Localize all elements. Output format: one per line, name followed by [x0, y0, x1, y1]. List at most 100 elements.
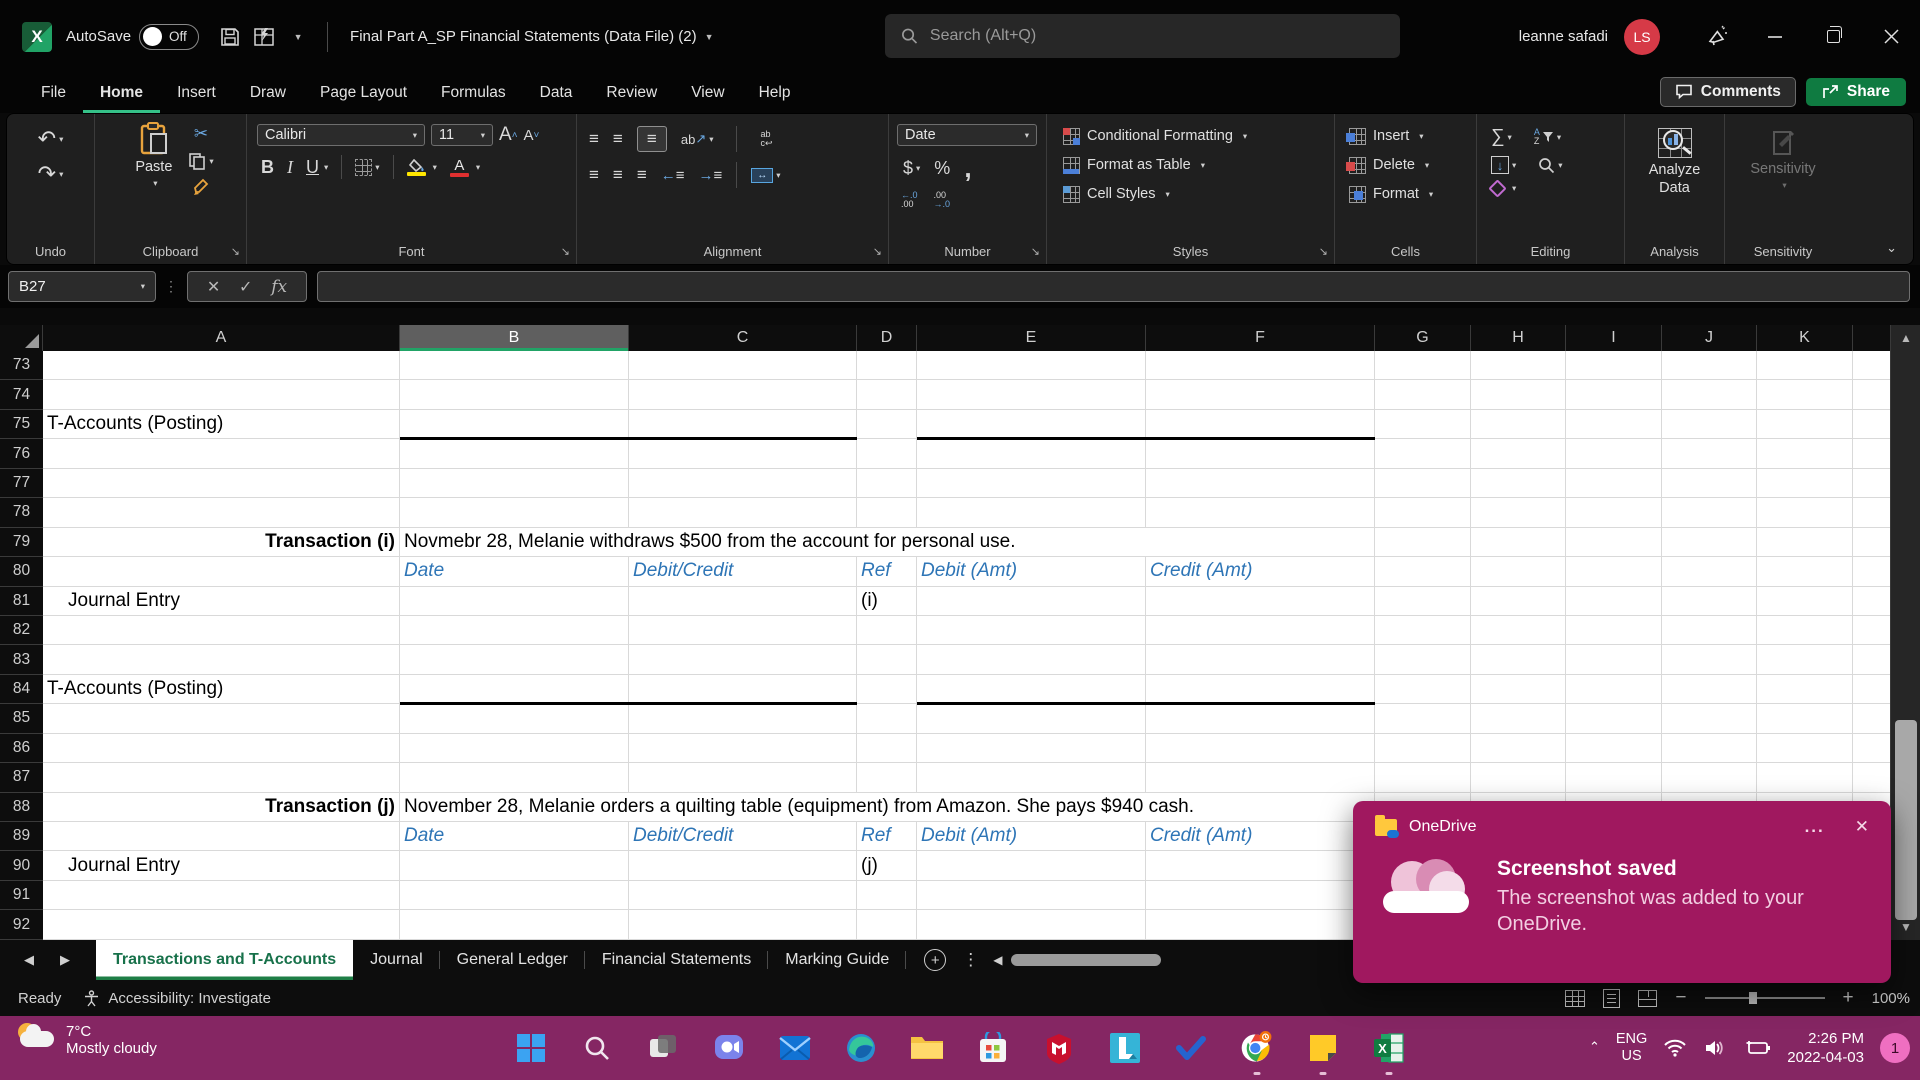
- cell-G80[interactable]: [1375, 557, 1471, 586]
- cell-K84[interactable]: [1757, 675, 1853, 704]
- column-header-I[interactable]: I: [1566, 325, 1662, 351]
- cell-D85[interactable]: [857, 704, 917, 733]
- column-header-F[interactable]: F: [1146, 325, 1375, 351]
- cell-A92[interactable]: [43, 910, 400, 939]
- cell-J79[interactable]: [1662, 528, 1757, 557]
- zoom-level[interactable]: 100%: [1872, 990, 1910, 1007]
- column-header-G[interactable]: G: [1375, 325, 1471, 351]
- taskbar-start-icon[interactable]: [511, 1028, 551, 1068]
- comments-button[interactable]: Comments: [1660, 77, 1796, 107]
- speaker-icon[interactable]: [1703, 1038, 1727, 1058]
- cell-A79[interactable]: Transaction (i): [43, 528, 400, 557]
- taskbar-file-explorer-icon[interactable]: [907, 1028, 947, 1068]
- cell-A87[interactable]: [43, 763, 400, 792]
- cell-A73[interactable]: [43, 351, 400, 380]
- cell-C77[interactable]: [629, 469, 857, 498]
- avatar[interactable]: LS: [1624, 19, 1660, 55]
- cell-I74[interactable]: [1566, 380, 1662, 409]
- cell-D91[interactable]: [857, 881, 917, 910]
- cell-C85[interactable]: [629, 704, 857, 733]
- cell-partial-76[interactable]: [1853, 439, 1890, 468]
- cell-partial-87[interactable]: [1853, 763, 1890, 792]
- restore-button[interactable]: [1804, 0, 1862, 73]
- cell-D80[interactable]: Ref: [857, 557, 917, 586]
- autosave-toggle[interactable]: Off: [139, 24, 199, 50]
- taskbar-mcafee-icon[interactable]: [1039, 1028, 1079, 1068]
- cell-H82[interactable]: [1471, 616, 1566, 645]
- cell-G75[interactable]: [1375, 410, 1471, 439]
- row-header-78[interactable]: 78: [0, 498, 43, 527]
- row-header-77[interactable]: 77: [0, 469, 43, 498]
- cell-F87[interactable]: [1146, 763, 1375, 792]
- row-header-85[interactable]: 85: [0, 704, 43, 733]
- cell-J80[interactable]: [1662, 557, 1757, 586]
- cell-F81[interactable]: [1146, 587, 1375, 616]
- orientation-button[interactable]: ab↗▾: [681, 131, 714, 147]
- cell-G84[interactable]: [1375, 675, 1471, 704]
- cell-partial-73[interactable]: [1853, 351, 1890, 380]
- battery-icon[interactable]: [1743, 1038, 1771, 1058]
- cell-B89[interactable]: Date: [400, 822, 629, 851]
- cell-F90[interactable]: [1146, 851, 1375, 880]
- cell-I78[interactable]: [1566, 498, 1662, 527]
- cell-G83[interactable]: [1375, 645, 1471, 674]
- cell-K76[interactable]: [1757, 439, 1853, 468]
- cell-D86[interactable]: [857, 734, 917, 763]
- wrap-text-button[interactable]: abc↩: [761, 130, 773, 149]
- zoom-in-button[interactable]: +: [1843, 987, 1854, 1009]
- row-header-79[interactable]: 79: [0, 528, 43, 557]
- cell-I80[interactable]: [1566, 557, 1662, 586]
- cell-F86[interactable]: [1146, 734, 1375, 763]
- column-header-B[interactable]: B: [400, 325, 629, 351]
- formula-input[interactable]: [317, 271, 1910, 302]
- cell-B92[interactable]: [400, 910, 629, 939]
- column-header-J[interactable]: J: [1662, 325, 1757, 351]
- cell-D82[interactable]: [857, 616, 917, 645]
- row-header-91[interactable]: 91: [0, 881, 43, 910]
- format-painter-button[interactable]: [188, 178, 213, 196]
- row-header-92[interactable]: 92: [0, 910, 43, 939]
- cell-C83[interactable]: [629, 645, 857, 674]
- analyze-data-button[interactable]: AnalyzeData: [1641, 126, 1709, 199]
- cell-G82[interactable]: [1375, 616, 1471, 645]
- row-header-89[interactable]: 89: [0, 822, 43, 851]
- cell-E74[interactable]: [917, 380, 1146, 409]
- row-header-80[interactable]: 80: [0, 557, 43, 586]
- cell-H85[interactable]: [1471, 704, 1566, 733]
- cell-B80[interactable]: Date: [400, 557, 629, 586]
- percent-style-button[interactable]: %: [934, 158, 950, 179]
- notification-more-button[interactable]: ...: [1805, 817, 1825, 837]
- cell-partial-84[interactable]: [1853, 675, 1890, 704]
- cell-A85[interactable]: [43, 704, 400, 733]
- cell-A88[interactable]: Transaction (j): [43, 793, 400, 822]
- cell-F82[interactable]: [1146, 616, 1375, 645]
- cell-E91[interactable]: [917, 881, 1146, 910]
- cell-A91[interactable]: [43, 881, 400, 910]
- cell-J73[interactable]: [1662, 351, 1757, 380]
- increase-decimal-button[interactable]: ←.0.00: [901, 191, 918, 210]
- number-format-select[interactable]: Date▾: [897, 124, 1037, 146]
- cell-F85[interactable]: [1146, 704, 1375, 733]
- format-cells-button[interactable]: Format▾: [1345, 182, 1437, 206]
- notification-close-button[interactable]: ✕: [1855, 817, 1869, 837]
- cell-G86[interactable]: [1375, 734, 1471, 763]
- cell-D75[interactable]: [857, 410, 917, 439]
- customize-quick-access-chevron[interactable]: ▼: [281, 20, 315, 54]
- row-header-82[interactable]: 82: [0, 616, 43, 645]
- taskbar-store-icon[interactable]: [973, 1028, 1013, 1068]
- redo-button[interactable]: ↷▾: [38, 161, 64, 187]
- cell-A76[interactable]: [43, 439, 400, 468]
- cell-K78[interactable]: [1757, 498, 1853, 527]
- cell-D74[interactable]: [857, 380, 917, 409]
- cell-B79-description[interactable]: Novmebr 28, Melanie withdraws $500 from …: [400, 528, 1375, 557]
- taskbar-edge-icon[interactable]: [841, 1028, 881, 1068]
- row-header-90[interactable]: 90: [0, 851, 43, 880]
- cell-K79[interactable]: [1757, 528, 1853, 557]
- cell-A84[interactable]: T-Accounts (Posting): [43, 675, 400, 704]
- sheet-options-icon[interactable]: ⋮: [962, 950, 979, 970]
- cell-A81[interactable]: Journal Entry: [43, 587, 400, 616]
- search-input[interactable]: [930, 27, 1384, 45]
- cell-E78[interactable]: [917, 498, 1146, 527]
- cell-I84[interactable]: [1566, 675, 1662, 704]
- column-header-A[interactable]: A: [43, 325, 400, 351]
